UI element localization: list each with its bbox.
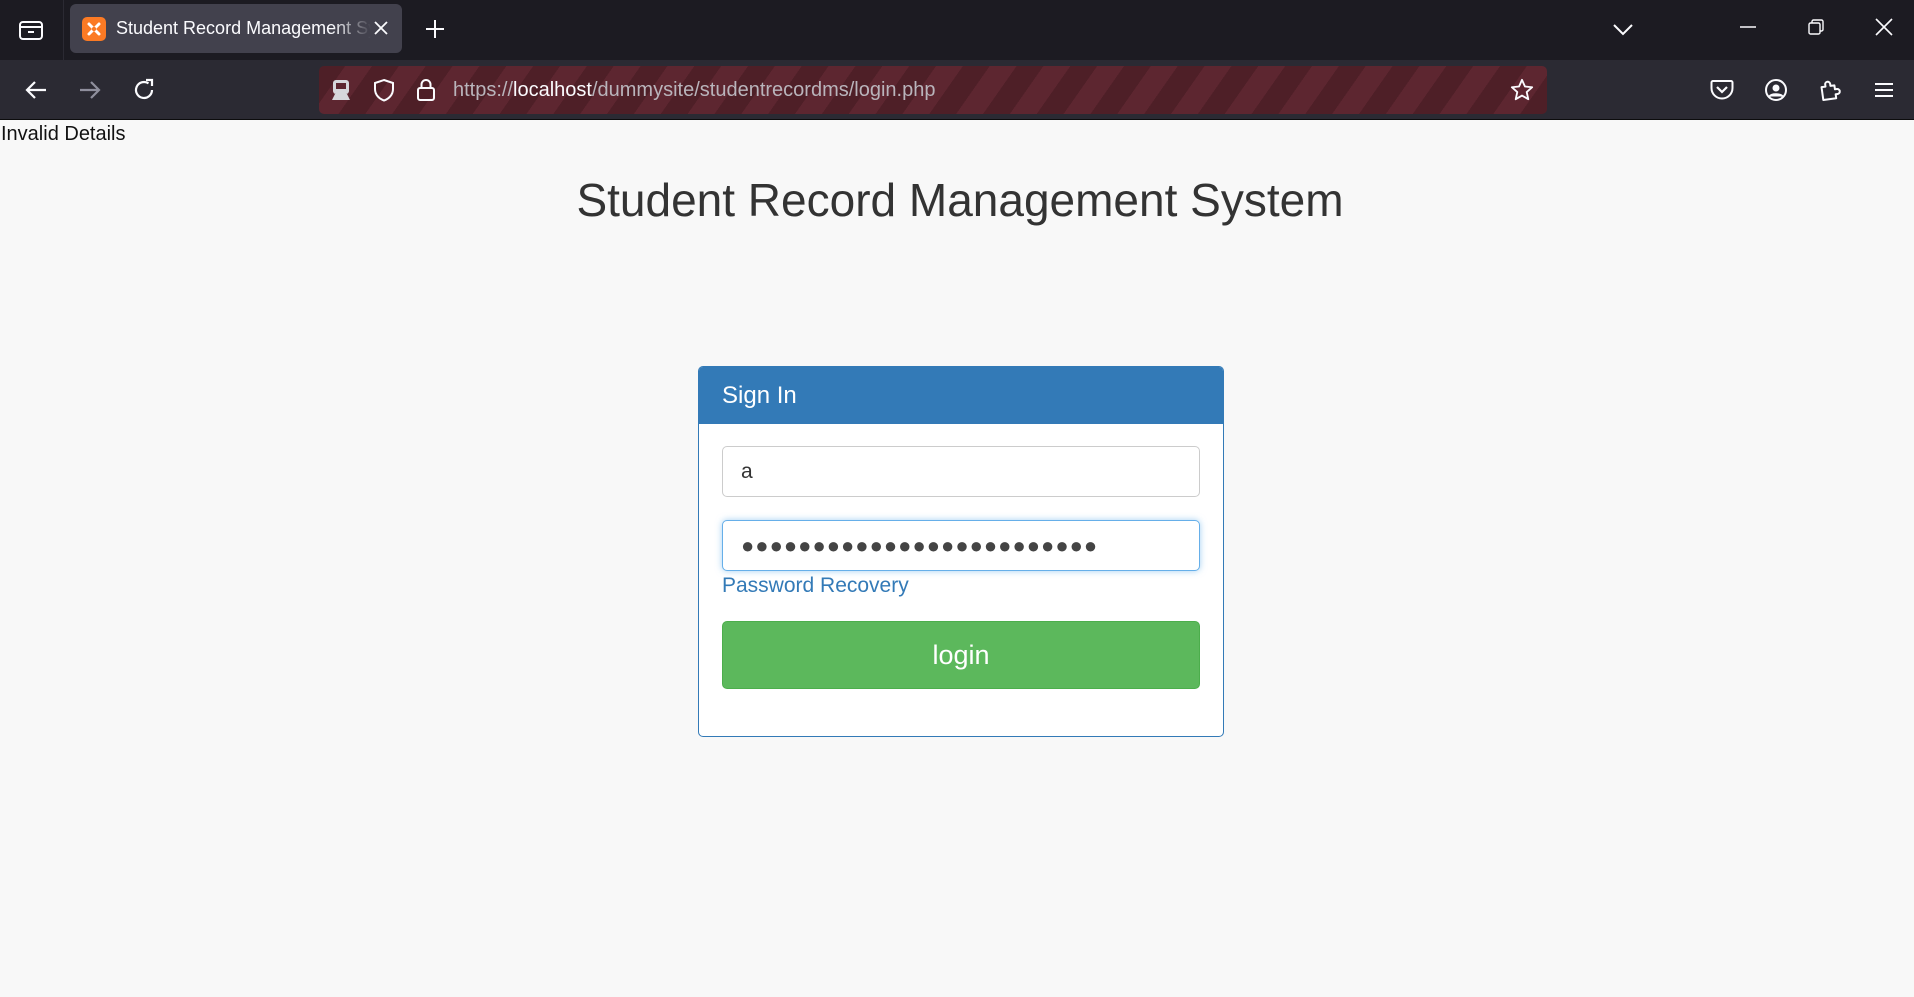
url-scheme: https:// [453, 79, 514, 101]
panel-heading: Sign In [699, 367, 1223, 424]
url-host: localhost [513, 79, 592, 101]
close-icon [1875, 18, 1893, 36]
sign-in-panel: Sign In a ●●●●●●●●●●●●●●●●●●●●●●●●● Pass… [698, 366, 1224, 737]
tab-title: Student Record Management System [116, 18, 371, 38]
account-icon [1765, 79, 1787, 101]
star-icon [1510, 78, 1534, 101]
firefox-view-icon [19, 21, 43, 40]
reload-icon [134, 78, 154, 100]
bookmark-star-button[interactable] [1510, 78, 1534, 102]
chevron-down-icon [1613, 24, 1633, 36]
browser-nav-bar: https://localhost/dummysite/studentrecor… [0, 60, 1914, 120]
url-text[interactable]: https://localhost/dummysite/studentrecor… [453, 66, 935, 114]
arrow-left-icon [25, 81, 46, 99]
pocket-button[interactable] [1700, 68, 1744, 112]
shield-icon[interactable] [372, 78, 396, 102]
restore-icon [1808, 19, 1824, 35]
url-path: /dummysite/studentrecordms/login.php [591, 79, 936, 101]
extensions-button[interactable] [1808, 68, 1852, 112]
minimize-icon [1740, 26, 1756, 28]
login-button[interactable]: login [722, 621, 1200, 689]
window-close-button[interactable] [1850, 0, 1914, 54]
address-bar[interactable]: https://localhost/dummysite/studentrecor… [319, 66, 1547, 114]
pocket-icon [1710, 80, 1734, 100]
hamburger-menu-icon [1875, 83, 1893, 97]
reload-button[interactable] [122, 68, 166, 112]
lock-icon[interactable] [414, 78, 438, 102]
page-title: Student Record Management System [576, 174, 1344, 226]
page-content: Invalid Details Student Record Managemen… [0, 121, 1914, 997]
password-masked-value: ●●●●●●●●●●●●●●●●●●●●●●●●● [741, 533, 1099, 558]
minimize-button[interactable] [1714, 0, 1782, 54]
back-button[interactable] [14, 68, 58, 112]
error-message: Invalid Details [1, 123, 126, 145]
menu-button[interactable] [1862, 68, 1906, 112]
plus-icon [426, 20, 444, 38]
account-button[interactable] [1754, 68, 1798, 112]
remote-control-icon [329, 78, 353, 102]
list-all-tabs-button[interactable] [1605, 12, 1641, 48]
tab-divider [63, 0, 64, 60]
close-icon [374, 21, 388, 35]
username-input[interactable]: a [722, 446, 1200, 497]
browser-tab-bar: Student Record Management System [0, 0, 1914, 60]
xampp-icon [82, 16, 106, 41]
restore-button[interactable] [1782, 0, 1850, 54]
firefox-view-button[interactable] [0, 0, 62, 60]
puzzle-icon [1820, 80, 1841, 102]
password-input[interactable]: ●●●●●●●●●●●●●●●●●●●●●●●●● [722, 520, 1200, 571]
arrow-right-icon [80, 81, 101, 99]
new-tab-button[interactable] [418, 12, 452, 46]
tab-close-button[interactable] [370, 17, 392, 39]
password-recovery-link[interactable]: Password Recovery [722, 574, 909, 598]
tab-active[interactable]: Student Record Management System [70, 4, 402, 53]
forward-button[interactable] [68, 68, 112, 112]
